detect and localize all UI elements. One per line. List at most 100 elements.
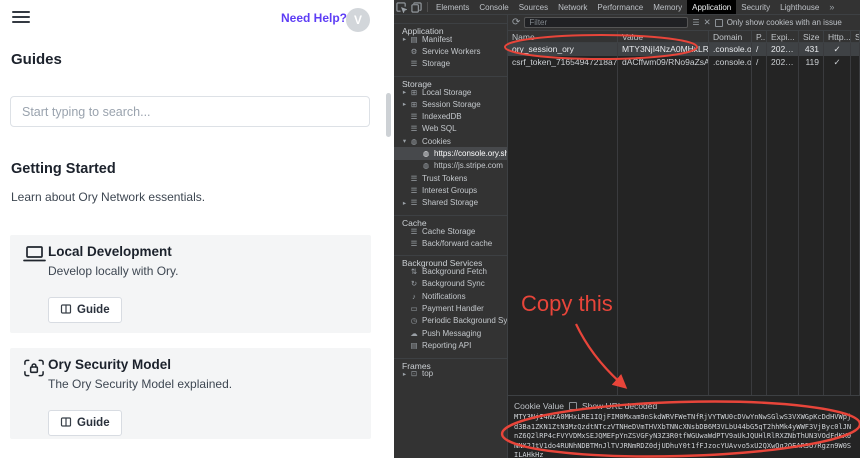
sidebar-entry[interactable]: ▭ Payment Handler — [394, 302, 507, 314]
column-header-name[interactable]: Name — [508, 31, 618, 42]
cell-expires: 202… — [767, 55, 799, 68]
column-header-expires[interactable]: Expi... — [767, 31, 799, 42]
cell-httponly: ✓ — [824, 55, 851, 68]
devtools-tab[interactable]: Lighthouse — [775, 0, 824, 14]
cookie-table-header: Name Value Domain P... Expi... Size Http… — [508, 31, 860, 43]
report-icon: ▤ — [410, 340, 418, 350]
show-url-decoded-checkbox[interactable] — [568, 401, 577, 410]
sidebar-entry-label: Cookies — [422, 136, 451, 146]
frame-icon: ⊡ — [410, 369, 418, 379]
sidebar-entry[interactable]: ↻ Background Sync — [394, 278, 507, 290]
more-tabs-icon[interactable]: » — [824, 2, 839, 12]
column-header-secure[interactable]: Se — [851, 31, 860, 42]
cell-value: dACffwm09/RNo9aZsAs… — [618, 55, 709, 68]
card-title: Local Development — [48, 244, 172, 259]
sidebar-entry[interactable]: ▸ ⊞ Session Storage — [394, 98, 507, 110]
database-icon: ☰ — [410, 238, 418, 248]
cookie-icon: ◍ — [422, 161, 430, 171]
sidebar-entry[interactable]: ▸ ⊡ top — [394, 368, 507, 380]
devtools-tab[interactable]: Security — [736, 0, 775, 14]
sidebar-entry[interactable]: ☰ Web SQL — [394, 123, 507, 135]
hamburger-menu-icon[interactable] — [12, 11, 30, 24]
column-header-httponly[interactable]: Http... — [824, 31, 851, 42]
sidebar-entry[interactable]: ♪ Notifications — [394, 290, 507, 302]
sidebar-entry-label: Back/forward cache — [422, 238, 493, 248]
avatar[interactable]: V — [346, 8, 370, 32]
expander-icon: ▸ — [402, 370, 407, 378]
document-icon: ▤ — [410, 34, 418, 44]
sidebar-entry[interactable]: ▾ ◍ Cookies — [394, 135, 507, 147]
payment-icon: ▭ — [410, 303, 418, 313]
database-icon: ☰ — [410, 112, 418, 122]
sidebar-entry[interactable]: ▤ Reporting API — [394, 339, 507, 351]
cell-path: / — [752, 55, 767, 68]
guide-button[interactable]: Guide — [48, 410, 122, 436]
refresh-icon[interactable]: ⟳ — [512, 17, 520, 28]
only-issue-checkbox[interactable] — [714, 18, 723, 27]
guide-button[interactable]: Guide — [48, 297, 122, 323]
cookie-filter-input[interactable] — [524, 17, 689, 28]
sidebar-entry[interactable]: ☁ Push Messaging — [394, 327, 507, 339]
devtools-tab[interactable]: Memory — [648, 0, 687, 14]
cookie-table-rows: ory_session_ory MTY3NjI4NzA0MHxLRE… .con… — [508, 43, 860, 68]
sidebar-entry[interactable]: ◍ https://console.ory.sh — [394, 147, 507, 160]
cookie-row[interactable]: ory_session_ory MTY3NjI4NzA0MHxLRE… .con… — [508, 43, 860, 56]
sidebar-entry[interactable]: ☰ Cache Storage — [394, 225, 507, 237]
devtools-tab[interactable]: Performance — [592, 0, 648, 14]
devtools-tab[interactable]: Console — [474, 0, 513, 14]
expander-icon: ▾ — [402, 138, 407, 146]
sidebar-entry[interactable]: ⚙ Service Workers — [394, 45, 507, 57]
sidebar-entry[interactable]: ◍ https://js.stripe.com — [394, 160, 507, 172]
column-header-value[interactable]: Value — [618, 31, 709, 42]
sidebar-entry: Frames — [394, 357, 507, 371]
book-icon — [60, 416, 72, 431]
sidebar-entry-label: Local Storage — [422, 87, 472, 97]
sidebar-entry[interactable]: ▸ ☰ Shared Storage — [394, 197, 507, 209]
sidebar-entry[interactable]: ☰ IndexedDB — [394, 110, 507, 122]
scrollbar-thumb[interactable] — [386, 93, 391, 137]
devtools-tab[interactable]: Application — [687, 0, 737, 14]
sidebar-entry[interactable]: ☰ Back/forward cache — [394, 237, 507, 249]
filter-options-icon[interactable]: ☰ — [692, 18, 699, 27]
cell-value: MTY3NjI4NzA0MHxLRE… — [618, 43, 709, 56]
sidebar-entry-label: Storage — [422, 59, 451, 69]
guide-button-label: Guide — [77, 417, 110, 429]
sidebar-entry[interactable]: ◷ Periodic Background Sync — [394, 315, 507, 327]
column-header-path[interactable]: P... — [752, 31, 767, 42]
toggle-device-toolbar-icon[interactable] — [409, 0, 424, 14]
sidebar-entry[interactable]: ▸ ⊞ Local Storage — [394, 86, 507, 98]
card-ory-security-model: Ory Security Model The Ory Security Mode… — [10, 348, 371, 439]
devtools-tab[interactable]: Sources — [514, 0, 553, 14]
expander-icon: ▸ — [402, 36, 407, 44]
sidebar-entry-label: Push Messaging — [422, 328, 482, 338]
cell-expires: 202… — [767, 43, 799, 56]
sidebar-entry-label: Background Sync — [422, 279, 485, 289]
need-help-link[interactable]: Need Help? — [281, 11, 347, 25]
cookie-icon: ◍ — [410, 136, 418, 146]
sidebar-entry[interactable]: ⇅ Background Fetch — [394, 265, 507, 277]
sidebar-entry-label: Shared Storage — [422, 198, 479, 208]
column-header-size[interactable]: Size — [799, 31, 824, 42]
book-icon — [60, 303, 72, 318]
card-description: The Ory Security Model explained. — [48, 377, 233, 391]
devtools-tab[interactable]: Network — [553, 0, 592, 14]
database-icon: ☰ — [410, 173, 418, 183]
search-input[interactable] — [10, 96, 370, 127]
sidebar-entry[interactable]: ▸ ▤ Manifest — [394, 33, 507, 45]
cell-size: 119 — [799, 55, 824, 68]
sidebar-entry-label: Trust Tokens — [422, 173, 468, 183]
sidebar-entry[interactable]: ☰ Interest Groups — [394, 184, 507, 196]
inspect-element-icon[interactable] — [394, 0, 409, 14]
sidebar-entry[interactable]: ☰ Trust Tokens — [394, 172, 507, 184]
clear-filter-icon[interactable]: ✕ — [704, 17, 711, 28]
guide-button-label: Guide — [77, 304, 110, 316]
cookie-row[interactable]: csrf_token_71654947218a793… dACffwm09/RN… — [508, 55, 860, 68]
cell-path: / — [752, 43, 767, 56]
bell-icon: ♪ — [412, 291, 416, 301]
devtools-tab[interactable]: Elements — [431, 0, 474, 14]
sidebar-entry[interactable]: ☰ Storage — [394, 58, 507, 70]
cell-secure — [851, 43, 860, 56]
guides-page: Need Help? V Guides Getting Started Lear… — [0, 0, 394, 458]
column-header-domain[interactable]: Domain — [709, 31, 752, 42]
database-icon: ☰ — [410, 59, 418, 69]
